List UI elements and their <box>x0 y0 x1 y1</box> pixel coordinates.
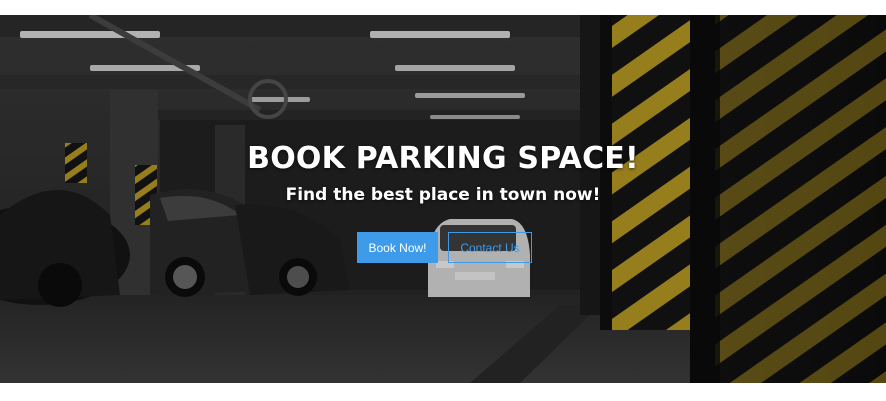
hero-title: BOOK PARKING SPACE! <box>247 141 639 176</box>
hero-subtitle: Find the best place in town now! <box>285 185 601 205</box>
contact-us-button[interactable]: Contact Us <box>448 232 532 263</box>
hero-section: BOOK PARKING SPACE! Find the best place … <box>0 15 886 383</box>
book-now-button[interactable]: Book Now! <box>357 232 438 263</box>
hero-button-group: Book Now! Contact Us <box>0 232 886 263</box>
